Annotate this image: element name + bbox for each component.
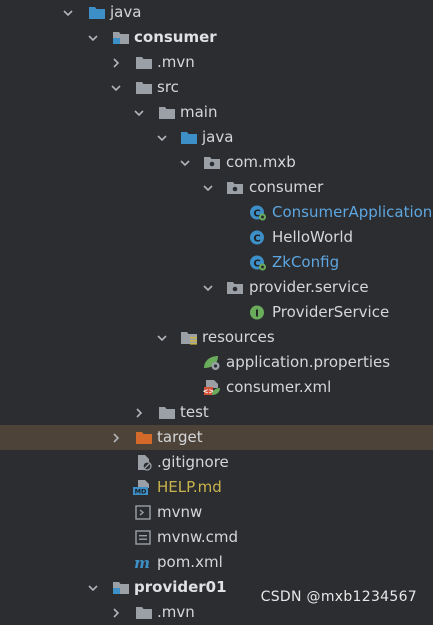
tree-item-main[interactable]: main (0, 100, 433, 125)
tree-item-label: .gitignore (157, 453, 229, 471)
text-file-icon (135, 529, 153, 546)
tree-item-hello-world[interactable]: C HelloWorld (0, 225, 433, 250)
tree-item-label: mvnw.cmd (157, 528, 239, 546)
tree-item-consumer-application[interactable]: C ConsumerApplication (0, 200, 433, 225)
tree-item-gitignore[interactable]: .gitignore (0, 450, 433, 475)
tree-item-com-mxb[interactable]: com.mxb (0, 150, 433, 175)
spring-xml-icon: <> (203, 379, 221, 396)
tree-item-label: .mvn (157, 53, 195, 71)
svg-text:m: m (134, 554, 150, 571)
tree-item-label: test (180, 403, 209, 421)
chevron-down-icon[interactable] (108, 75, 124, 100)
tree-item-label: ZkConfig (272, 253, 340, 271)
chevron-down-icon[interactable] (200, 275, 216, 300)
chevron-down-icon[interactable] (85, 25, 101, 50)
tree-item-label: resources (202, 328, 275, 346)
tree-item-label: ProviderService (272, 303, 390, 321)
folder-blue-icon (180, 129, 198, 146)
svg-text:I: I (255, 309, 259, 320)
shell-file-icon (135, 504, 153, 521)
tree-item-help-md[interactable]: MD HELP.md (0, 475, 433, 500)
tree-item-label: java (202, 128, 234, 146)
tree-item-label: target (157, 428, 203, 446)
tree-item-target[interactable]: target (0, 425, 433, 450)
spring-class-icon: C (249, 204, 267, 221)
tree-item-label: ConsumerApplication (272, 203, 433, 221)
chevron-right-icon[interactable] (108, 425, 124, 450)
tree-item-label: java (110, 3, 142, 21)
tree-item-label: src (157, 78, 179, 96)
tree-item-consumer-package[interactable]: consumer (0, 175, 433, 200)
tree-item-provider-service[interactable]: I ProviderService (0, 300, 433, 325)
tree-item-src[interactable]: src (0, 75, 433, 100)
tree-item-label: consumer (249, 178, 324, 196)
tree-item-consumer-xml[interactable]: <> consumer.xml (0, 375, 433, 400)
chevron-right-icon[interactable] (131, 400, 147, 425)
tree-item-resources[interactable]: resources (0, 325, 433, 350)
package-icon (226, 179, 244, 196)
tree-item-mvnw[interactable]: mvnw (0, 500, 433, 525)
package-icon (226, 279, 244, 296)
folder-grey-icon (135, 79, 153, 96)
tree-item-pom-xml[interactable]: m pom.xml (0, 550, 433, 575)
module-folder-icon (112, 29, 130, 46)
chevron-right-icon[interactable] (108, 50, 124, 75)
chevron-down-icon[interactable] (154, 125, 170, 150)
tree-item-label: provider01 (134, 578, 227, 596)
resources-folder-icon (180, 329, 198, 346)
tree-item-label: consumer (134, 28, 217, 46)
tree-item-consumer-module[interactable]: consumer (0, 25, 433, 50)
folder-grey-icon (135, 54, 153, 71)
tree-item-label: com.mxb (226, 153, 296, 171)
tree-item-label: pom.xml (157, 553, 223, 571)
tree-item-label: application.properties (226, 353, 391, 371)
folder-blue-icon (88, 4, 106, 21)
tree-item-label: consumer.xml (226, 378, 332, 396)
markdown-file-icon: MD (133, 479, 151, 496)
svg-text:MD: MD (135, 488, 147, 496)
folder-grey-icon (158, 104, 176, 121)
svg-text:C: C (253, 234, 260, 245)
chevron-down-icon[interactable] (177, 150, 193, 175)
tree-item-provider-service-package[interactable]: provider.service (0, 275, 433, 300)
class-icon: C (249, 229, 267, 246)
chevron-down-icon[interactable] (200, 175, 216, 200)
spring-class-icon: C (249, 254, 267, 271)
chevron-down-icon[interactable] (85, 575, 101, 600)
tree-item-test[interactable]: test (0, 400, 433, 425)
folder-grey-icon (158, 404, 176, 421)
tree-item-java-root[interactable]: java (0, 0, 433, 25)
tree-item-zk-config[interactable]: C ZkConfig (0, 250, 433, 275)
tree-item-label: provider.service (249, 278, 369, 296)
maven-pom-icon: m (133, 554, 151, 571)
chevron-down-icon[interactable] (60, 0, 76, 25)
interface-icon: I (249, 304, 267, 321)
tree-item-label: HELP.md (157, 478, 222, 496)
tree-item-label: mvnw (157, 503, 203, 521)
tree-item-mvn[interactable]: .mvn (0, 50, 433, 75)
module-folder-icon (112, 579, 130, 596)
project-tree: java consumer .mvn src main java com.mxb (0, 0, 433, 625)
spring-properties-icon (203, 354, 221, 371)
folder-orange-icon (135, 429, 153, 446)
chevron-down-icon[interactable] (131, 100, 147, 125)
tree-item-label: HelloWorld (272, 228, 354, 246)
package-icon (203, 154, 221, 171)
tree-item-label: main (180, 103, 218, 121)
watermark: CSDN @mxb1234567 (260, 589, 417, 605)
tree-item-mvnw-cmd[interactable]: mvnw.cmd (0, 525, 433, 550)
tree-item-java-sources[interactable]: java (0, 125, 433, 150)
tree-item-application-properties[interactable]: application.properties (0, 350, 433, 375)
gitignore-file-icon (135, 454, 153, 471)
chevron-down-icon[interactable] (154, 325, 170, 350)
